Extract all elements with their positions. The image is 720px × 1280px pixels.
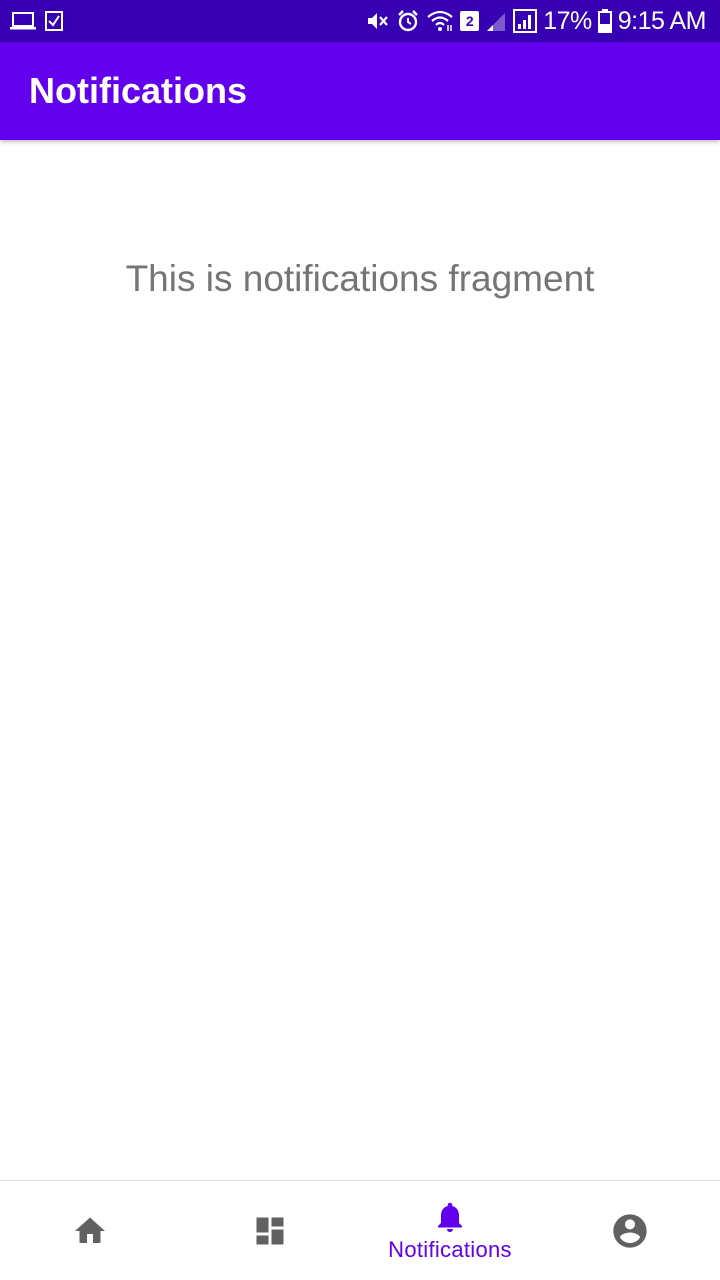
dashboard-icon	[252, 1213, 288, 1249]
signal-icon	[513, 9, 538, 33]
status-right-group: 2 17% 9:15 AM	[366, 6, 707, 36]
page-title: Notifications	[29, 70, 248, 111]
nav-item-notifications[interactable]: Notifications	[360, 1181, 540, 1280]
home-icon	[72, 1213, 108, 1249]
battery-icon	[597, 9, 612, 33]
nav-item-home[interactable]	[0, 1181, 180, 1280]
nav-item-label: Notifications	[388, 1236, 512, 1262]
battery-percent: 17%	[543, 6, 592, 35]
mute-icon	[366, 10, 390, 32]
app-bar: Notifications	[0, 42, 720, 140]
status-left-group	[10, 10, 64, 32]
sim-2-icon: 2	[460, 11, 480, 31]
account-icon	[610, 1211, 650, 1251]
bottom-navigation: Notifications	[0, 1180, 720, 1280]
status-bar: 2 17% 9:15 AM	[0, 0, 720, 42]
checkbox-icon	[44, 10, 64, 32]
signal-weak-icon	[485, 10, 507, 32]
bell-icon	[432, 1199, 468, 1235]
laptop-icon	[10, 11, 36, 31]
clock: 9:15 AM	[617, 6, 707, 35]
nav-item-dashboard[interactable]	[180, 1181, 360, 1280]
alarm-icon	[396, 9, 420, 33]
nav-item-account[interactable]	[540, 1181, 720, 1280]
fragment-text: This is notifications fragment	[125, 258, 595, 299]
wifi-icon	[426, 10, 454, 32]
fragment-content: This is notifications fragment	[0, 140, 720, 1180]
